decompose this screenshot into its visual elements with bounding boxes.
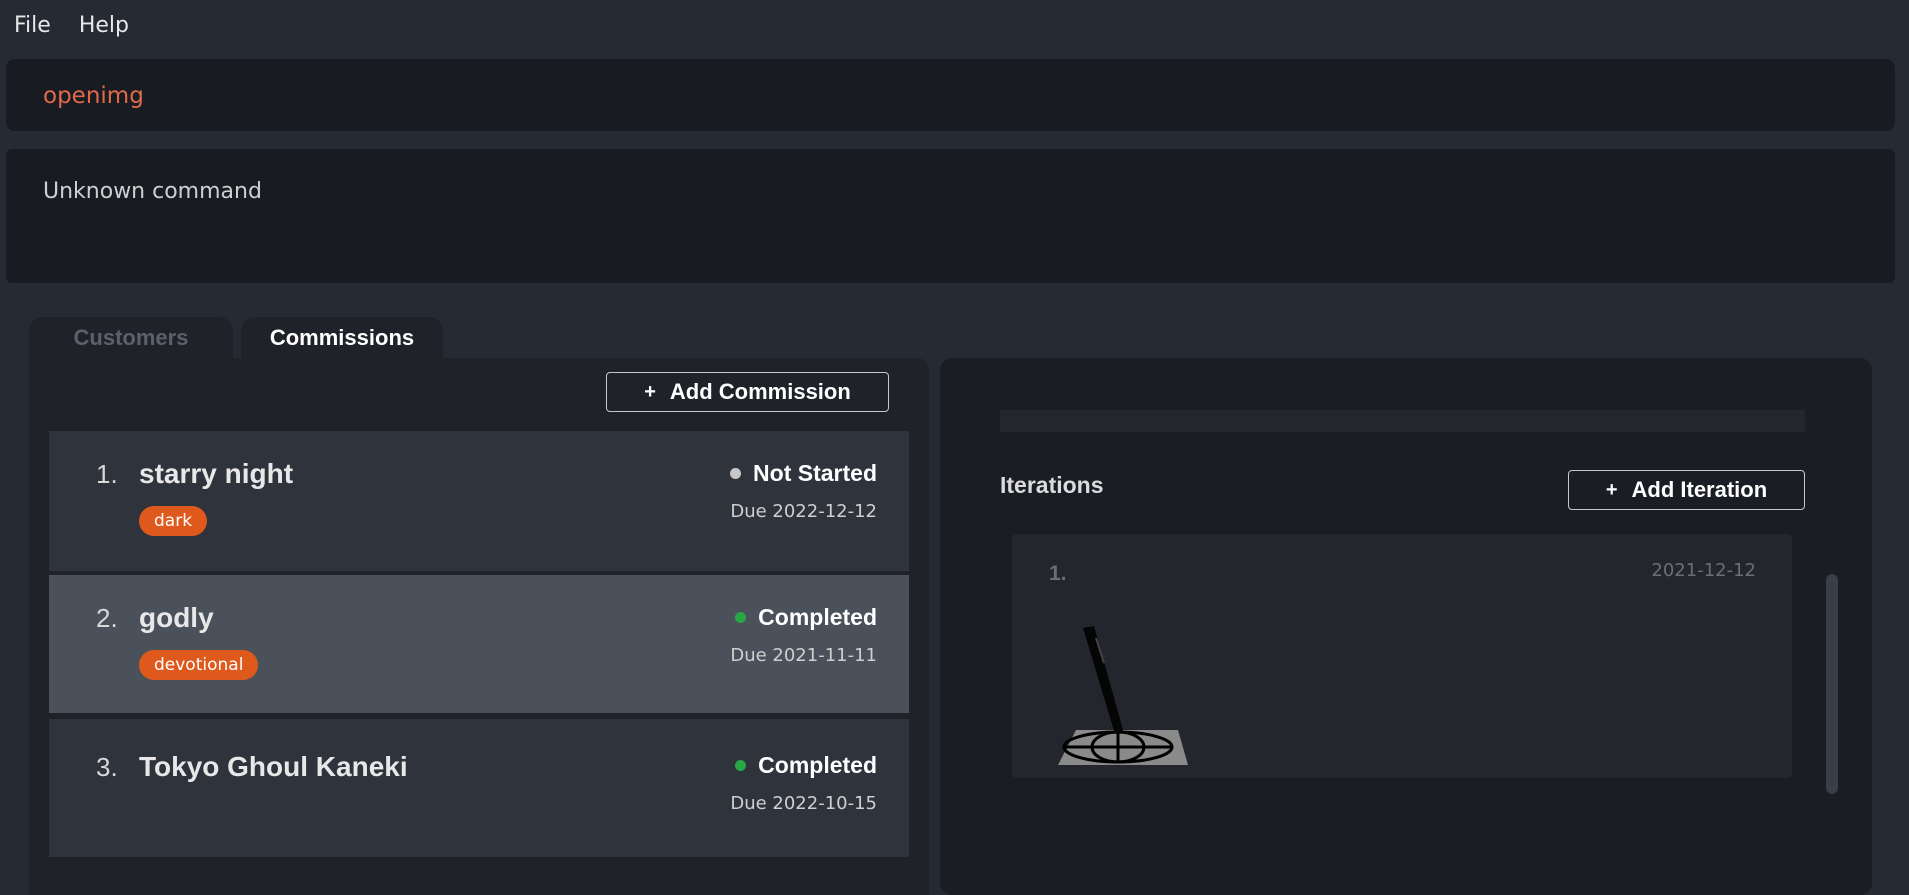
- status-dot-icon: [730, 468, 742, 479]
- plus-icon: +: [1605, 478, 1618, 501]
- commission-detail-panel: Iterations + Add Iteration 1. 2021-12-12: [940, 358, 1872, 895]
- result-message: Unknown command: [43, 179, 262, 204]
- tab-customers[interactable]: Customers: [29, 317, 233, 359]
- commission-card[interactable]: 1. starry night dark Not Started Due 202…: [49, 431, 909, 571]
- tab-commissions[interactable]: Commissions: [241, 317, 443, 359]
- add-commission-label: Add Commission: [669, 379, 851, 404]
- command-input[interactable]: openimg: [43, 83, 144, 109]
- menu-file[interactable]: File: [14, 13, 51, 38]
- iteration-date: 2021-12-12: [1651, 560, 1756, 581]
- status-dot-icon: [735, 760, 747, 771]
- commission-name: Tokyo Ghoul Kaneki: [139, 751, 408, 782]
- add-commission-button[interactable]: + Add Commission: [606, 372, 889, 412]
- menu-bar: File Help: [0, 0, 1909, 50]
- iteration-image[interactable]: [1048, 618, 1192, 768]
- iteration-card[interactable]: 1. 2021-12-12: [1012, 534, 1792, 778]
- detail-header-strip: [1000, 410, 1805, 432]
- commission-index: 2.: [96, 603, 118, 633]
- commission-due: Due 2022-12-12: [730, 501, 877, 522]
- commission-card[interactable]: 3. Tokyo Ghoul Kaneki Completed Due 2022…: [49, 719, 909, 857]
- commission-status: Not Started: [730, 460, 877, 487]
- status-dot-icon: [735, 612, 747, 623]
- commission-tag: dark: [139, 506, 208, 536]
- commission-name: godly: [139, 602, 214, 633]
- commission-index: 3.: [96, 752, 118, 782]
- commission-index: 1.: [96, 459, 118, 489]
- commission-list-panel: + Add Commission 1. starry night dark No…: [29, 358, 929, 895]
- iterations-title: Iterations: [1000, 472, 1104, 498]
- iterations-scrollbar[interactable]: [1826, 574, 1838, 794]
- command-box[interactable]: openimg: [6, 59, 1895, 131]
- commission-due: Due 2022-10-15: [730, 793, 877, 814]
- commission-card[interactable]: 2. godly devotional Completed Due 2021-1…: [49, 575, 909, 713]
- result-display: Unknown command: [6, 149, 1895, 283]
- add-iteration-label: Add Iteration: [1631, 477, 1768, 502]
- status-label: Completed: [758, 752, 877, 778]
- commission-tag: devotional: [139, 650, 259, 680]
- commission-due: Due 2021-11-11: [730, 645, 877, 666]
- plus-icon: +: [644, 380, 656, 403]
- add-iteration-button[interactable]: + Add Iteration: [1568, 470, 1805, 510]
- commission-status: Completed: [735, 752, 877, 779]
- pen-shape: [1083, 626, 1123, 734]
- iteration-index: 1.: [1049, 562, 1067, 585]
- status-label: Not Started: [753, 460, 877, 486]
- commission-name: starry night: [139, 458, 294, 489]
- status-label: Completed: [758, 604, 877, 630]
- menu-help[interactable]: Help: [79, 13, 129, 38]
- commission-status: Completed: [735, 604, 877, 631]
